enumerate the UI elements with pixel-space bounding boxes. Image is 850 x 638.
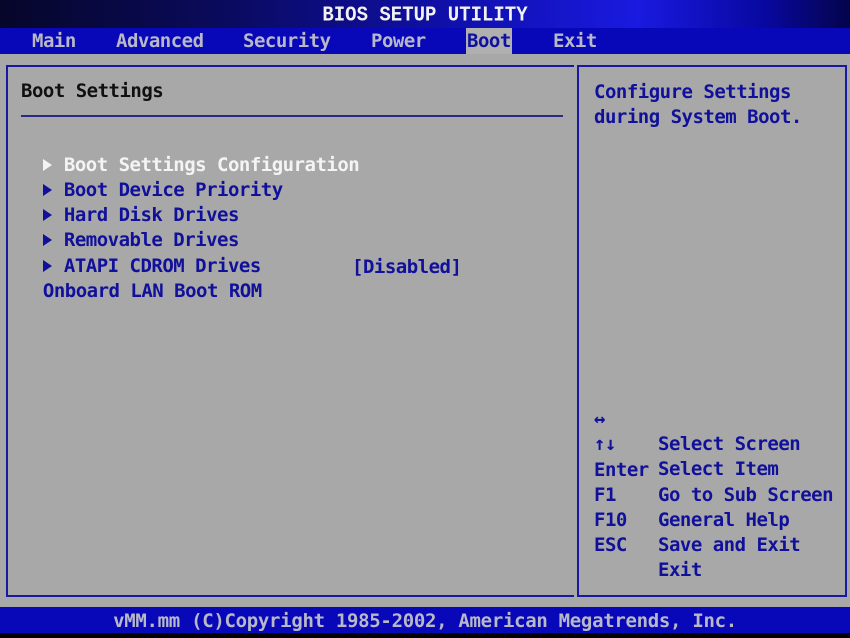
tab-main[interactable]: Main [31,28,77,54]
key-description: Select Screen [658,433,801,455]
key-legend: ↔ Select Screen ↑↓ Select Item Enter Go … [594,382,834,581]
key-description: Go to Sub Screen [658,483,834,506]
tab-security[interactable]: Security [242,28,332,54]
tab-exit[interactable]: Exit [552,28,598,54]
item-label: Onboard LAN Boot ROM [42,280,262,302]
key-row: ↔ Select Screen [594,382,801,455]
tab-power[interactable]: Power [370,28,427,54]
menu-item-atapi-cdrom-drives[interactable]: ATAPI CDROM Drives [21,230,261,277]
footer-strip [0,633,850,638]
copyright-footer: vMM.mm (C)Copyright 1985-2002, American … [0,607,850,633]
key-description: Exit [658,559,702,582]
menu-item-boot-device-priority[interactable]: Boot Device Priority [21,154,283,201]
title-bar: BIOS SETUP UTILITY [0,0,850,28]
menu-bar: Main Advanced Security Power Boot Exit [0,28,850,54]
tab-boot[interactable]: Boot [466,28,512,54]
onboard-lan-boot-rom-value[interactable]: [Disabled] [352,255,462,279]
key-row: ESC Exit [594,508,702,581]
bios-title: BIOS SETUP UTILITY [322,2,528,28]
key-description: Save and Exit [658,534,801,557]
key-name: ESC [594,534,627,557]
section-title: Boot Settings [21,80,164,102]
setting-onboard-lan-boot-rom[interactable]: Onboard LAN Boot ROM [21,255,262,302]
menu-item-hard-disk-drives[interactable]: Hard Disk Drives [21,179,239,226]
menu-item-removable-drives[interactable]: Removable Drives [21,204,239,251]
section-divider [21,115,563,117]
help-description: Configure Settings during System Boot. [594,81,802,128]
key-row: ↑↓ Select Item [594,407,779,480]
key-row: Enter Go to Sub Screen [594,433,834,506]
key-description: Select Item [658,458,779,481]
menu-item-boot-settings-configuration[interactable]: Boot Settings Configuration [21,129,360,176]
key-description: General Help [658,508,790,531]
key-row: F10 Save and Exit [594,483,801,556]
key-row: F1 General Help [594,458,790,531]
tab-advanced[interactable]: Advanced [115,28,205,54]
